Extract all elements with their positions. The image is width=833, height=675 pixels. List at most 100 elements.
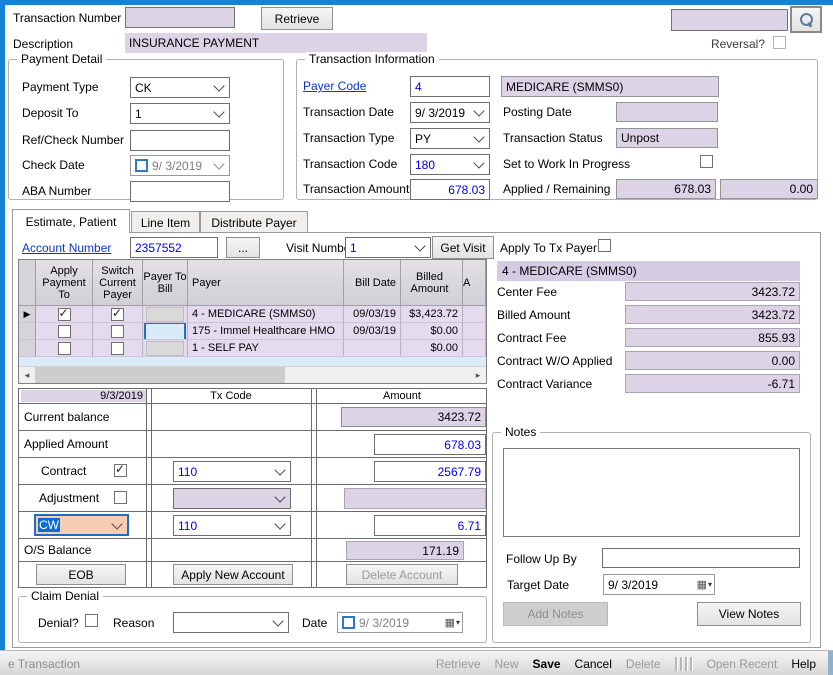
applied-amount-label: Applied Amount <box>24 437 108 451</box>
payer-to-bill-cell-focused[interactable] <box>144 323 186 340</box>
payer-to-bill-cell[interactable] <box>146 341 184 356</box>
contract-label: Contract <box>41 464 86 478</box>
chevron-down-icon <box>274 518 285 529</box>
chevron-down-icon <box>274 491 285 502</box>
denial-date-checkbox[interactable] <box>342 616 355 629</box>
payer-row-immel[interactable]: 175 - Immel Healthcare HMO 09/03/19 $0.0… <box>19 323 486 340</box>
visit-number-select[interactable]: 1 <box>345 237 431 258</box>
col-bill-date: Bill Date <box>344 260 401 306</box>
switch-payer-checkbox[interactable] <box>111 325 124 338</box>
get-visit-button[interactable]: Get Visit <box>432 236 494 259</box>
contract-txcode-select[interactable]: 110 <box>173 461 291 482</box>
apply-to-tx-payer-checkbox[interactable] <box>598 239 611 252</box>
scrollbar-thumb[interactable] <box>35 367 285 383</box>
contract-row: Contract 110 2567.79 <box>19 458 486 485</box>
apply-to-tx-payer-label: Apply To Tx Payer <box>500 241 597 255</box>
payer-row-selfpay[interactable]: 1 - SELF PAY $0.00 <box>19 340 486 357</box>
writeoff-code-combo[interactable]: CW <box>34 514 129 536</box>
col-billed-amount: Billed Amount <box>401 260 463 306</box>
apply-payment-checkbox[interactable] <box>58 325 71 338</box>
chevron-down-icon <box>111 518 122 529</box>
center-fee-field: 3423.72 <box>625 282 800 301</box>
target-date-label: Target Date <box>507 578 569 592</box>
horizontal-scrollbar[interactable]: ◂ ▸ <box>19 366 486 383</box>
payer-cell: 175 - Immel Healthcare HMO <box>188 323 344 340</box>
billed-amount-cell: $0.00 <box>401 323 463 340</box>
current-balance-field: 3423.72 <box>341 407 486 427</box>
writeoff-amount-input[interactable]: 6.71 <box>374 515 486 536</box>
payer-row-medicare[interactable]: ▶ 4 - MEDICARE (SMMS0) 09/03/19 $3,423.7… <box>19 306 486 323</box>
current-balance-row: Current balance 3423.72 <box>19 404 486 431</box>
billed-amount-cell: $0.00 <box>401 340 463 357</box>
os-balance-row: O/S Balance 171.19 <box>19 539 486 562</box>
grid-amount-header: Amount <box>318 390 486 402</box>
reason-select[interactable] <box>173 612 289 633</box>
eob-button[interactable]: EOB <box>36 564 126 585</box>
adjustment-row: Adjustment <box>19 485 486 512</box>
reason-label: Reason <box>113 616 154 630</box>
scroll-left-icon[interactable]: ◂ <box>19 367 35 383</box>
col-payer-to-bill: Payer To Bill <box>143 260 188 306</box>
grid-separator <box>146 389 152 587</box>
col-clipped: A <box>463 260 486 306</box>
col-switch-current-payer: Switch Current Payer <box>93 260 143 306</box>
account-number-link[interactable]: Account Number <box>22 241 111 255</box>
payer-table-header: Apply Payment To Switch Current Payer Pa… <box>19 260 486 306</box>
transaction-window: Transaction Number Retrieve Description … <box>0 0 833 675</box>
contract-checkbox[interactable] <box>114 464 127 477</box>
claim-denial-title: Claim Denial <box>27 589 103 603</box>
contract-wo-applied-field: 0.00 <box>625 351 800 370</box>
tab-estimate-patient[interactable]: Estimate, Patient <box>12 209 130 233</box>
contract-fee-field: 855.93 <box>625 328 800 347</box>
writeoff-txcode-select[interactable]: 110 <box>173 515 291 536</box>
apply-payment-checkbox[interactable] <box>58 308 71 321</box>
notes-title: Notes <box>501 425 540 439</box>
apply-grid: 9/3/2019 Tx Code Amount Current balance … <box>18 388 487 588</box>
account-lookup-button[interactable]: ... <box>226 237 260 258</box>
os-balance-field: 171.19 <box>346 541 464 560</box>
payer-table: Apply Payment To Switch Current Payer Pa… <box>18 259 487 384</box>
delete-account-button: Delete Account <box>346 564 458 585</box>
payer-cell: 4 - MEDICARE (SMMS0) <box>188 306 344 323</box>
chevron-down-icon <box>272 615 283 626</box>
grid-separator <box>311 389 317 587</box>
contract-fee-label: Contract Fee <box>497 331 566 345</box>
billed-amount-label: Billed Amount <box>497 308 570 322</box>
adjustment-checkbox[interactable] <box>114 491 127 504</box>
payer-to-bill-cell[interactable] <box>146 307 184 322</box>
col-payer: Payer <box>188 260 344 306</box>
apply-new-account-button[interactable]: Apply New Account <box>173 564 293 585</box>
chevron-down-icon <box>274 464 285 475</box>
denial-checkbox[interactable] <box>85 614 98 627</box>
bill-date-cell: 09/03/19 <box>344 323 401 340</box>
payer-cell: 1 - SELF PAY <box>188 340 344 357</box>
account-number-input[interactable]: 2357552 <box>130 237 218 258</box>
applied-amount-input[interactable]: 678.03 <box>374 434 486 455</box>
denial-date-picker[interactable]: 9/ 3/2019 ▦ ▾ <box>337 612 463 633</box>
follow-up-by-label: Follow Up By <box>506 552 577 566</box>
contract-variance-field: -6.71 <box>625 374 800 393</box>
switch-payer-checkbox[interactable] <box>111 342 124 355</box>
switch-payer-checkbox[interactable] <box>111 308 124 321</box>
apply-payment-checkbox[interactable] <box>58 342 71 355</box>
writeoff-row: CW 110 6.71 <box>19 512 486 539</box>
follow-up-by-input[interactable] <box>602 548 800 568</box>
add-notes-button: Add Notes <box>503 602 608 626</box>
tab-page-content: Account Number 2357552 ... Visit Number … <box>0 0 833 675</box>
notes-textarea[interactable] <box>503 448 800 537</box>
view-notes-button[interactable]: View Notes <box>697 602 801 626</box>
grid-buttons-row: EOB Apply New Account Delete Account <box>19 562 486 588</box>
contract-variance-label: Contract Variance <box>497 377 592 391</box>
target-date-picker[interactable]: 9/ 3/2019 ▦ ▾ <box>603 574 715 595</box>
adjustment-txcode-select[interactable] <box>173 488 291 509</box>
chevron-down-icon <box>414 240 425 251</box>
denial-date-label: Date <box>302 616 327 630</box>
billed-amount-field: 3423.72 <box>625 305 800 324</box>
contract-amount-input[interactable]: 2567.79 <box>374 461 486 482</box>
dropdown-arrow-icon: ▾ <box>708 580 712 589</box>
bill-date-cell <box>344 340 401 357</box>
bill-date-cell: 09/03/19 <box>344 306 401 323</box>
scroll-right-icon[interactable]: ▸ <box>470 367 486 383</box>
summary-header: 4 - MEDICARE (SMMS0) <box>497 261 800 281</box>
center-fee-label: Center Fee <box>497 285 557 299</box>
